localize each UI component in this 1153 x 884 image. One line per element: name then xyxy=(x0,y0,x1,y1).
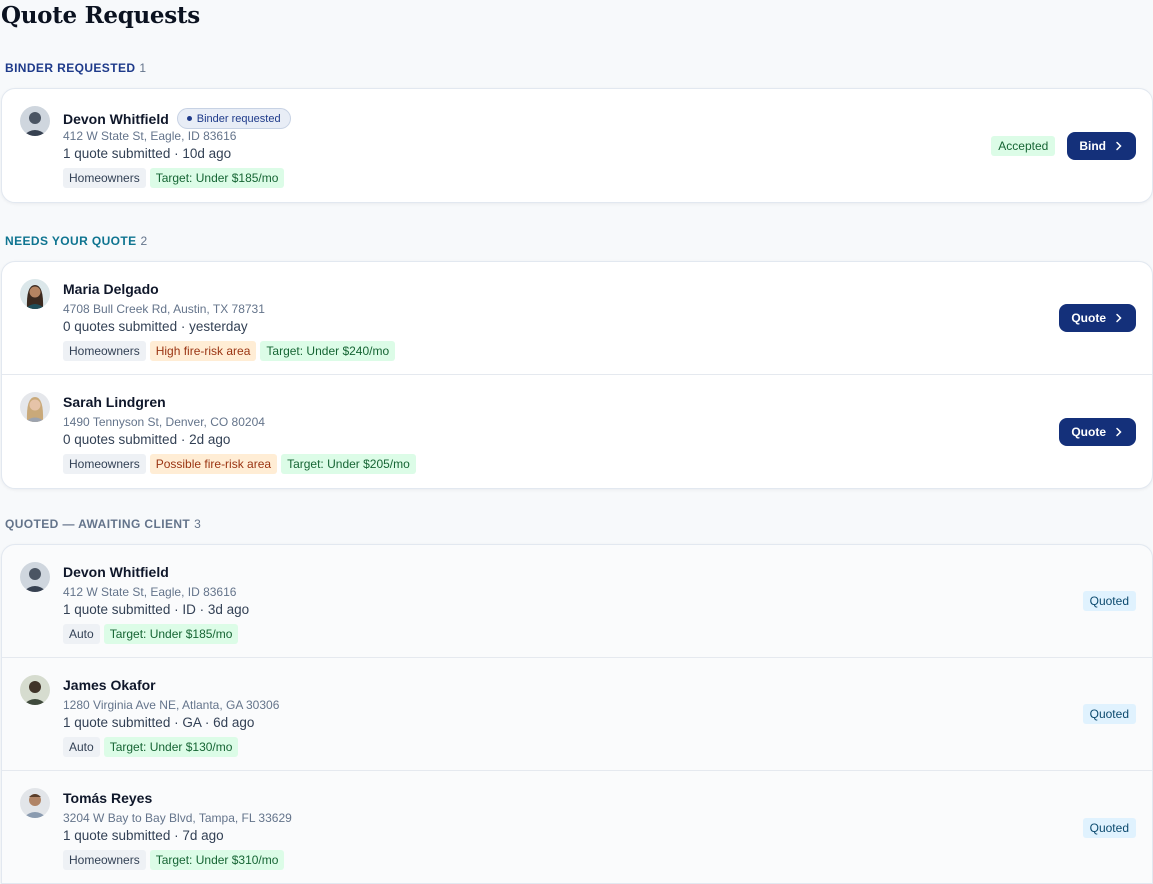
tag-list: Homeowners Target: Under $185/mo xyxy=(63,168,285,188)
quote-meta: 1 quote submitted · ID · 3d ago xyxy=(63,602,250,617)
quote-button[interactable]: Quote xyxy=(1059,304,1136,332)
section-count: 1 xyxy=(139,61,147,75)
section-count: 2 xyxy=(140,234,148,248)
quote-button[interactable]: Quote xyxy=(1059,417,1136,446)
request-row[interactable]: Devon Whitfield Binder requested 412 W S… xyxy=(2,89,1152,202)
quoted-awaiting-card: Devon Whitfield 412 W State St, Eagle, I… xyxy=(1,544,1153,884)
status-dot-icon xyxy=(186,116,192,121)
tag-list: Homeowners Possible fire-risk area Targe… xyxy=(63,454,416,474)
client-address: 412 W State St, Eagle, ID 83616 xyxy=(63,129,237,143)
status-badge: Quoted xyxy=(1082,591,1136,611)
tag-policy-type: Auto xyxy=(63,737,100,757)
tag-target: Target: Under $185/mo xyxy=(149,168,285,188)
needs-quote-card: Maria Delgado 4708 Bull Creek Rd, Austin… xyxy=(1,261,1153,489)
client-name: Maria Delgado xyxy=(63,281,159,297)
request-row[interactable]: James Okafor 1280 Virginia Ave NE, Atlan… xyxy=(2,658,1152,771)
quote-meta: 0 quotes submitted · yesterday xyxy=(63,319,248,334)
client-name: Sarah Lindgren xyxy=(63,394,166,410)
status-badge: Quoted xyxy=(1082,704,1136,724)
client-address: 3204 W Bay to Bay Blvd, Tampa, FL 33629 xyxy=(63,811,292,825)
status-pill: Binder requested xyxy=(176,108,291,129)
section-count: 3 xyxy=(194,517,202,531)
binder-requested-card: Devon Whitfield Binder requested 412 W S… xyxy=(1,88,1153,203)
avatar xyxy=(20,675,50,705)
chevron-right-icon xyxy=(1116,313,1122,323)
chevron-right-icon xyxy=(1116,141,1122,150)
quote-meta: 1 quote submitted · 10d ago xyxy=(63,146,232,161)
tag-target: Target: Under $205/mo xyxy=(281,454,416,474)
chevron-right-icon xyxy=(1116,427,1122,436)
request-row[interactable]: Maria Delgado 4708 Bull Creek Rd, Austin… xyxy=(2,262,1152,375)
tag-target: Target: Under $130/mo xyxy=(103,737,239,757)
bind-button[interactable]: Bind xyxy=(1067,131,1136,160)
tag-target: Target: Under $240/mo xyxy=(260,341,396,361)
tag-policy-type: Homeowners xyxy=(63,850,146,870)
tag-policy-type: Homeowners xyxy=(63,341,146,361)
request-row[interactable]: Tomás Reyes 3204 W Bay to Bay Blvd, Tamp… xyxy=(2,771,1152,883)
section-label: QUOTED — AWAITING CLIENT xyxy=(5,517,191,531)
avatar xyxy=(20,788,50,818)
client-name: Devon Whitfield xyxy=(63,564,169,580)
quote-meta: 1 quote submitted · 7d ago xyxy=(63,828,224,843)
avatar xyxy=(20,562,50,592)
client-address: 1280 Virginia Ave NE, Atlanta, GA 30306 xyxy=(63,698,280,712)
avatar xyxy=(20,392,50,422)
section-header-binder-requested: BINDER REQUESTED 1 xyxy=(5,61,147,75)
avatar xyxy=(20,106,50,136)
tag-list: Homeowners Target: Under $310/mo xyxy=(63,850,285,870)
status-badge: Quoted xyxy=(1082,817,1136,838)
tag-policy-type: Auto xyxy=(63,624,100,644)
client-name: Tomás Reyes xyxy=(63,790,153,806)
page-title: Quote Requests xyxy=(1,2,200,29)
client-name: James Okafor xyxy=(63,677,156,693)
quote-meta: 0 quotes submitted · 2d ago xyxy=(63,432,231,447)
client-address: 1490 Tennyson St, Denver, CO 80204 xyxy=(63,415,265,429)
tag-list: Auto Target: Under $130/mo xyxy=(63,737,239,757)
request-row[interactable]: Sarah Lindgren 1490 Tennyson St, Denver,… xyxy=(2,375,1152,488)
tag-list: Homeowners High fire-risk area Target: U… xyxy=(63,341,396,361)
avatar xyxy=(20,279,50,309)
tag-list: Auto Target: Under $185/mo xyxy=(63,624,239,644)
tag-policy-type: Homeowners xyxy=(63,454,146,474)
section-header-needs-your-quote: NEEDS YOUR QUOTE 2 xyxy=(5,234,148,248)
request-row[interactable]: Devon Whitfield 412 W State St, Eagle, I… xyxy=(2,545,1152,658)
client-address: 412 W State St, Eagle, ID 83616 xyxy=(63,585,237,599)
section-header-quoted-awaiting-client: QUOTED — AWAITING CLIENT 3 xyxy=(5,517,201,531)
quote-meta: 1 quote submitted · GA · 6d ago xyxy=(63,715,255,730)
tag-policy-type: Homeowners xyxy=(63,168,146,188)
tag-fire-risk: High fire-risk area xyxy=(149,341,257,361)
client-address: 4708 Bull Creek Rd, Austin, TX 78731 xyxy=(63,302,265,316)
client-name: Devon Whitfield xyxy=(63,110,169,127)
tag-target: Target: Under $185/mo xyxy=(103,624,239,644)
section-label: BINDER REQUESTED xyxy=(5,61,136,75)
section-label: NEEDS YOUR QUOTE xyxy=(5,234,137,248)
tag-fire-risk: Possible fire-risk area xyxy=(149,454,278,474)
tag-target: Target: Under $310/mo xyxy=(149,850,285,870)
status-badge: Accepted xyxy=(991,135,1056,156)
